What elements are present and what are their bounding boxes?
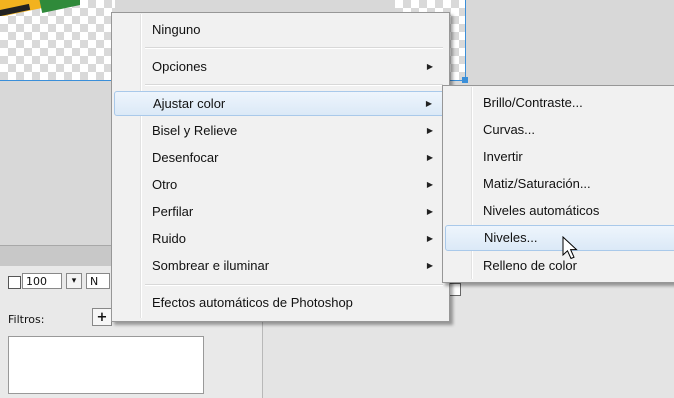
menu-item-efectos-automaticos[interactable]: Efectos automáticos de Photoshop	[114, 292, 445, 314]
menu-item-label: Niveles automáticos	[483, 203, 600, 218]
menu-item-label: Ninguno	[152, 22, 201, 37]
menu-item-opciones[interactable]: Opciones ▶	[114, 56, 445, 78]
submenu-arrow-icon: ▶	[425, 99, 432, 108]
menu-item-bisel-y-relieve[interactable]: Bisel y Relieve ▶	[114, 120, 445, 142]
menu-item-perfilar[interactable]: Perfilar ▶	[114, 201, 445, 223]
submenu-item-niveles-automaticos[interactable]: Niveles automáticos	[445, 199, 674, 223]
menu-item-label: Opciones	[152, 59, 207, 74]
menu-item-label: Invertir	[483, 149, 523, 164]
submenu-arrow-icon: ▶	[426, 62, 433, 71]
menu-item-label: Sombrear e iluminar	[152, 258, 270, 273]
menu-separator	[145, 84, 443, 86]
filters-context-menu: Ninguno Opciones ▶ Ajustar color ▶ Bisel…	[111, 12, 450, 322]
menu-item-otro[interactable]: Otro ▶	[114, 174, 445, 196]
selection-handle[interactable]	[462, 77, 468, 83]
menu-item-ninguno[interactable]: Ninguno	[114, 19, 445, 41]
menu-item-label: Bisel y Relieve	[152, 123, 238, 138]
menu-item-label: Curvas...	[483, 122, 536, 137]
selection-bound-vertical	[465, 0, 466, 82]
submenu-arrow-icon: ▶	[426, 153, 433, 162]
menu-item-label: Brillo/Contraste...	[483, 95, 583, 110]
menu-item-sombrear-e-iluminar[interactable]: Sombrear e iluminar ▶	[114, 255, 445, 277]
menu-item-label: Perfilar	[152, 204, 194, 219]
arrow-pointer-icon	[562, 236, 578, 260]
submenu-arrow-icon: ▶	[426, 207, 433, 216]
menu-item-label: Ruido	[152, 231, 186, 246]
menu-item-label: Matiz/Saturación...	[483, 176, 591, 191]
submenu-item-matiz-saturacion[interactable]: Matiz/Saturación...	[445, 172, 674, 196]
blend-mode-select[interactable]: N	[86, 273, 110, 289]
filters-label: Filtros:	[8, 313, 45, 326]
filters-list[interactable]	[8, 336, 204, 394]
size-icon	[8, 276, 21, 289]
menu-item-desenfocar[interactable]: Desenfocar ▶	[114, 147, 445, 169]
submenu-arrow-icon: ▶	[426, 126, 433, 135]
submenu-item-curvas[interactable]: Curvas...	[445, 118, 674, 142]
submenu-arrow-icon: ▶	[426, 261, 433, 270]
submenu-arrow-icon: ▶	[426, 234, 433, 243]
menu-item-label: Ajustar color	[153, 96, 226, 111]
menu-separator	[145, 47, 443, 49]
menu-item-label: Otro	[152, 177, 178, 192]
ajustar-color-submenu: Brillo/Contraste... Curvas... Invertir M…	[442, 85, 674, 283]
submenu-arrow-icon: ▶	[426, 180, 433, 189]
size-field[interactable]: 100	[22, 273, 62, 289]
submenu-item-niveles[interactable]: Niveles...	[445, 225, 674, 251]
image-bitmap	[0, 0, 80, 16]
menu-item-label: Efectos automáticos de Photoshop	[152, 295, 353, 310]
menu-item-ajustar-color[interactable]: Ajustar color ▶	[114, 91, 445, 116]
menu-separator	[145, 284, 443, 286]
menu-item-label: Desenfocar	[152, 150, 219, 165]
size-dropdown-button[interactable]: ▾	[66, 273, 82, 289]
add-filter-button[interactable]: +	[92, 308, 112, 326]
submenu-item-relleno-de-color[interactable]: Relleno de color	[445, 254, 674, 278]
submenu-item-brillo-contraste[interactable]: Brillo/Contraste...	[445, 91, 674, 115]
menu-item-ruido[interactable]: Ruido ▶	[114, 228, 445, 250]
menu-item-label: Niveles...	[484, 230, 538, 245]
submenu-item-invertir[interactable]: Invertir	[445, 145, 674, 169]
